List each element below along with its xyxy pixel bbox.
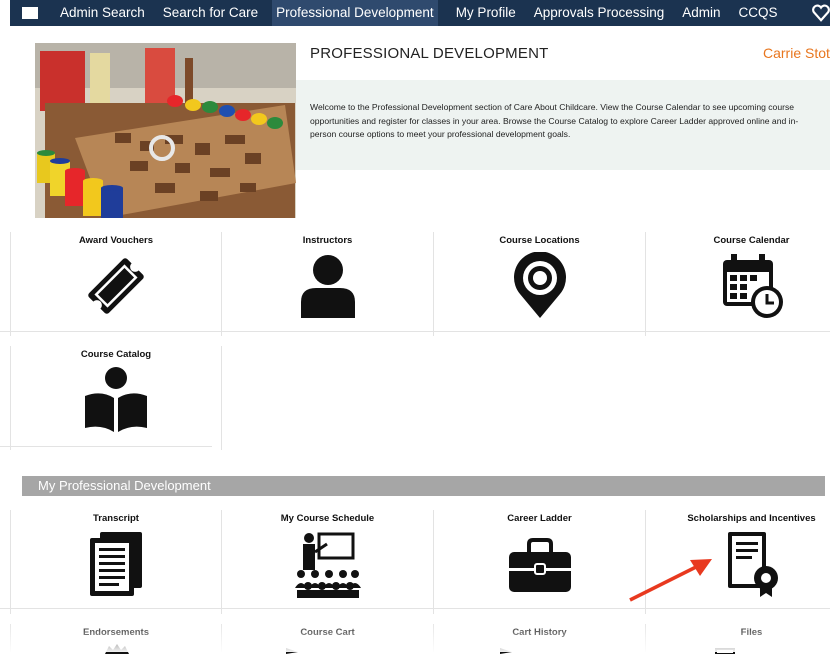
tile-label: Cart History	[512, 627, 567, 638]
ticket-icon	[88, 258, 144, 314]
tile-label: Scholarships and Incentives	[687, 513, 816, 524]
person-icon	[300, 255, 355, 318]
annotation-arrow-icon	[629, 559, 712, 602]
tile-course-locations[interactable]: Course Locations	[434, 232, 646, 336]
nav-ccqs[interactable]: CCQS	[739, 0, 778, 26]
nav-approvals-processing[interactable]: Approvals Processing	[534, 0, 665, 26]
classroom-icon	[294, 532, 361, 598]
briefcase-icon	[508, 538, 571, 592]
tile-label: My Course Schedule	[280, 513, 375, 524]
tile-label: Award Vouchers	[78, 235, 154, 246]
home-icon[interactable]	[22, 7, 38, 19]
page-title: PROFESSIONAL DEVELOPMENT	[310, 45, 549, 62]
nav-my-profile[interactable]: My Profile	[456, 0, 516, 26]
badge-icon	[105, 644, 129, 654]
tile-instructors[interactable]: Instructors	[222, 232, 434, 336]
row-divider	[0, 331, 830, 332]
welcome-text: Welcome to the Professional Development …	[310, 102, 799, 139]
history-icon	[500, 648, 512, 654]
tile-label: Course Cart	[300, 627, 355, 638]
nav-admin[interactable]: Admin	[682, 0, 720, 26]
tile-course-calendar[interactable]: Course Calendar	[646, 232, 830, 336]
top-nav-bar: Admin Search Search for Care Professiona…	[10, 0, 830, 26]
tile-files[interactable]: Files	[646, 624, 830, 654]
section-title: My Professional Development	[38, 478, 211, 493]
tile-my-course-schedule[interactable]: My Course Schedule	[222, 510, 434, 614]
user-name-link[interactable]: Carrie Stot	[763, 45, 830, 61]
tile-label: Instructors	[302, 235, 353, 246]
heart-logo-icon[interactable]	[812, 4, 830, 22]
hero-image	[35, 43, 296, 218]
map-pin-icon	[513, 252, 566, 318]
tile-label: Transcript	[93, 513, 139, 524]
tile-cart-history[interactable]: Cart History	[434, 624, 646, 654]
tile-label: Course Calendar	[713, 235, 790, 246]
tile-label: Course Locations	[499, 235, 580, 246]
tile-award-vouchers[interactable]: Award Vouchers	[10, 232, 222, 336]
row-divider	[0, 446, 212, 447]
tile-career-ladder[interactable]: Career Ladder	[434, 510, 646, 614]
welcome-panel: Welcome to the Professional Development …	[296, 80, 830, 170]
calendar-clock-icon	[722, 254, 783, 318]
nav-search-for-care[interactable]: Search for Care	[163, 0, 258, 26]
file-icon	[715, 648, 735, 654]
reader-book-icon	[85, 367, 147, 432]
cart-icon	[286, 648, 298, 654]
nav-admin-search[interactable]: Admin Search	[60, 0, 145, 26]
section-header-my-pd: My Professional Development	[22, 476, 825, 496]
document-icon	[90, 532, 142, 596]
nav-professional-development[interactable]: Professional Development	[272, 0, 438, 26]
tile-transcript[interactable]: Transcript	[10, 510, 222, 614]
certificate-icon	[727, 532, 778, 597]
tile-label: Files	[740, 627, 763, 638]
tile-course-cart[interactable]: Course Cart	[222, 624, 434, 654]
tile-endorsements[interactable]: Endorsements	[10, 624, 222, 654]
tile-label: Career Ladder	[507, 513, 572, 524]
row-divider	[0, 608, 830, 609]
tile-course-catalog[interactable]: Course Catalog	[10, 346, 222, 450]
tile-label: Course Catalog	[80, 349, 152, 360]
tile-label: Endorsements	[83, 627, 149, 638]
